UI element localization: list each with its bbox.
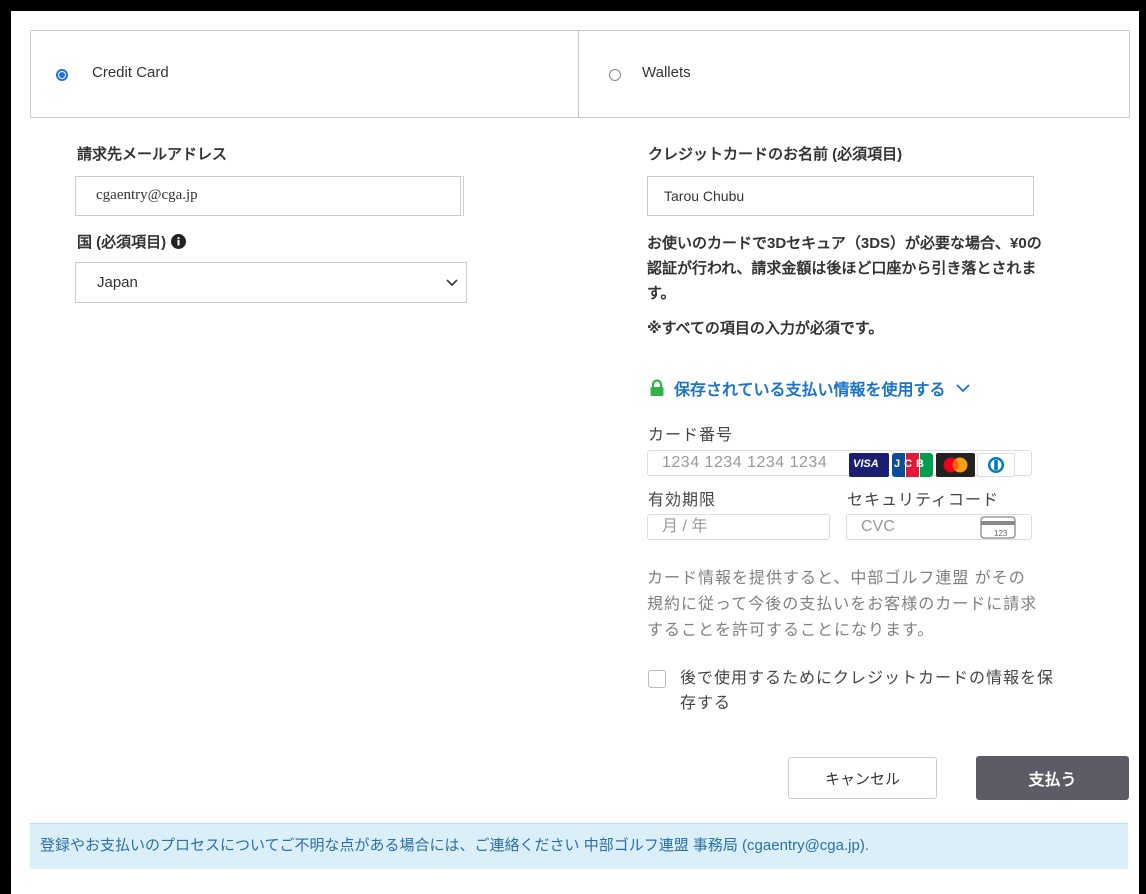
help-footer-text: 登録やお支払いのプロセスについてご不明な点がある場合には、ご連絡ください 中部ゴ… bbox=[40, 837, 870, 854]
diners-club-icon bbox=[977, 453, 1015, 477]
country-select[interactable]: Japan bbox=[75, 262, 467, 303]
required-notice: ※すべての項目の入力が必須です。 bbox=[647, 320, 884, 337]
card-number-placeholder: 1234 1234 1234 1234 bbox=[662, 454, 828, 471]
jcb-icon: JCB bbox=[891, 453, 934, 477]
wallets-radio[interactable] bbox=[609, 69, 621, 81]
pay-button[interactable]: 支払う bbox=[976, 756, 1129, 800]
authorization-text: カード情報を提供すると、中部ゴルフ連盟 がその規約に従って今後の支払いをお客様の… bbox=[647, 570, 1038, 639]
email-value: cgaentry@cga.jp bbox=[96, 187, 198, 203]
help-footer: 登録やお支払いのプロセスについてご不明な点がある場合には、ご連絡ください 中部ゴ… bbox=[30, 823, 1128, 869]
country-value: Japan bbox=[97, 274, 138, 291]
chevron-down-icon bbox=[955, 384, 970, 393]
payment-method-tabs: Credit Card Wallets bbox=[30, 30, 1130, 118]
window-frame-right bbox=[1139, 0, 1146, 894]
cvc-placeholder: CVC bbox=[861, 518, 895, 535]
mastercard-icon bbox=[936, 453, 975, 477]
credit-card-radio[interactable] bbox=[56, 69, 68, 81]
cancel-button[interactable]: キャンセル bbox=[788, 757, 937, 799]
card-name-value: Tarou Chubu bbox=[664, 188, 745, 204]
jcb-logo-text: JCB bbox=[894, 458, 929, 470]
visa-logo-text: VISA bbox=[853, 458, 879, 470]
use-saved-payment-link[interactable]: 保存されている支払い情報を使用する bbox=[648, 376, 970, 400]
expiry-placeholder: 月 / 年 bbox=[662, 518, 708, 535]
credit-card-label: Credit Card bbox=[92, 64, 169, 81]
save-card-checkbox[interactable] bbox=[648, 670, 666, 688]
card-name-label: クレジットカードのお名前 (必須項目) bbox=[648, 146, 903, 163]
cvc-icon-text: 123 bbox=[994, 529, 1008, 538]
country-label-row: 国 (必須項目) bbox=[77, 231, 187, 252]
expiry-label: 有効期限 bbox=[648, 492, 717, 509]
lock-icon bbox=[650, 379, 664, 396]
visa-icon: VISA bbox=[849, 453, 889, 477]
country-label: 国 (必須項目) bbox=[77, 234, 167, 251]
use-saved-payment-label: 保存されている支払い情報を使用する bbox=[674, 382, 946, 399]
card-number-label: カード番号 bbox=[648, 427, 734, 444]
3ds-notice: お使いのカードで3Dセキュア（3DS）が必要な場合、¥0の認証が行われ、請求金額… bbox=[647, 235, 1042, 302]
cvc-label: セキュリティコード bbox=[847, 492, 1000, 509]
email-label: 請求先メールアドレス bbox=[77, 146, 228, 163]
tab-credit-card[interactable]: Credit Card bbox=[31, 31, 579, 117]
tab-wallets[interactable]: Wallets bbox=[579, 31, 1129, 117]
window-frame-left bbox=[0, 0, 11, 894]
window-frame-top bbox=[0, 0, 1146, 11]
chevron-down-icon bbox=[446, 279, 458, 287]
cvc-card-icon: 123 bbox=[980, 516, 1017, 540]
wallets-label: Wallets bbox=[642, 64, 691, 81]
info-icon[interactable] bbox=[171, 234, 187, 249]
card-name-field[interactable]: Tarou Chubu bbox=[647, 176, 1034, 216]
save-card-label[interactable]: 後で使用するためにクレジットカードの情報を保存する bbox=[680, 666, 1060, 716]
expiry-field[interactable]: 月 / 年 bbox=[647, 514, 830, 540]
email-field[interactable]: cgaentry@cga.jp bbox=[75, 176, 464, 216]
